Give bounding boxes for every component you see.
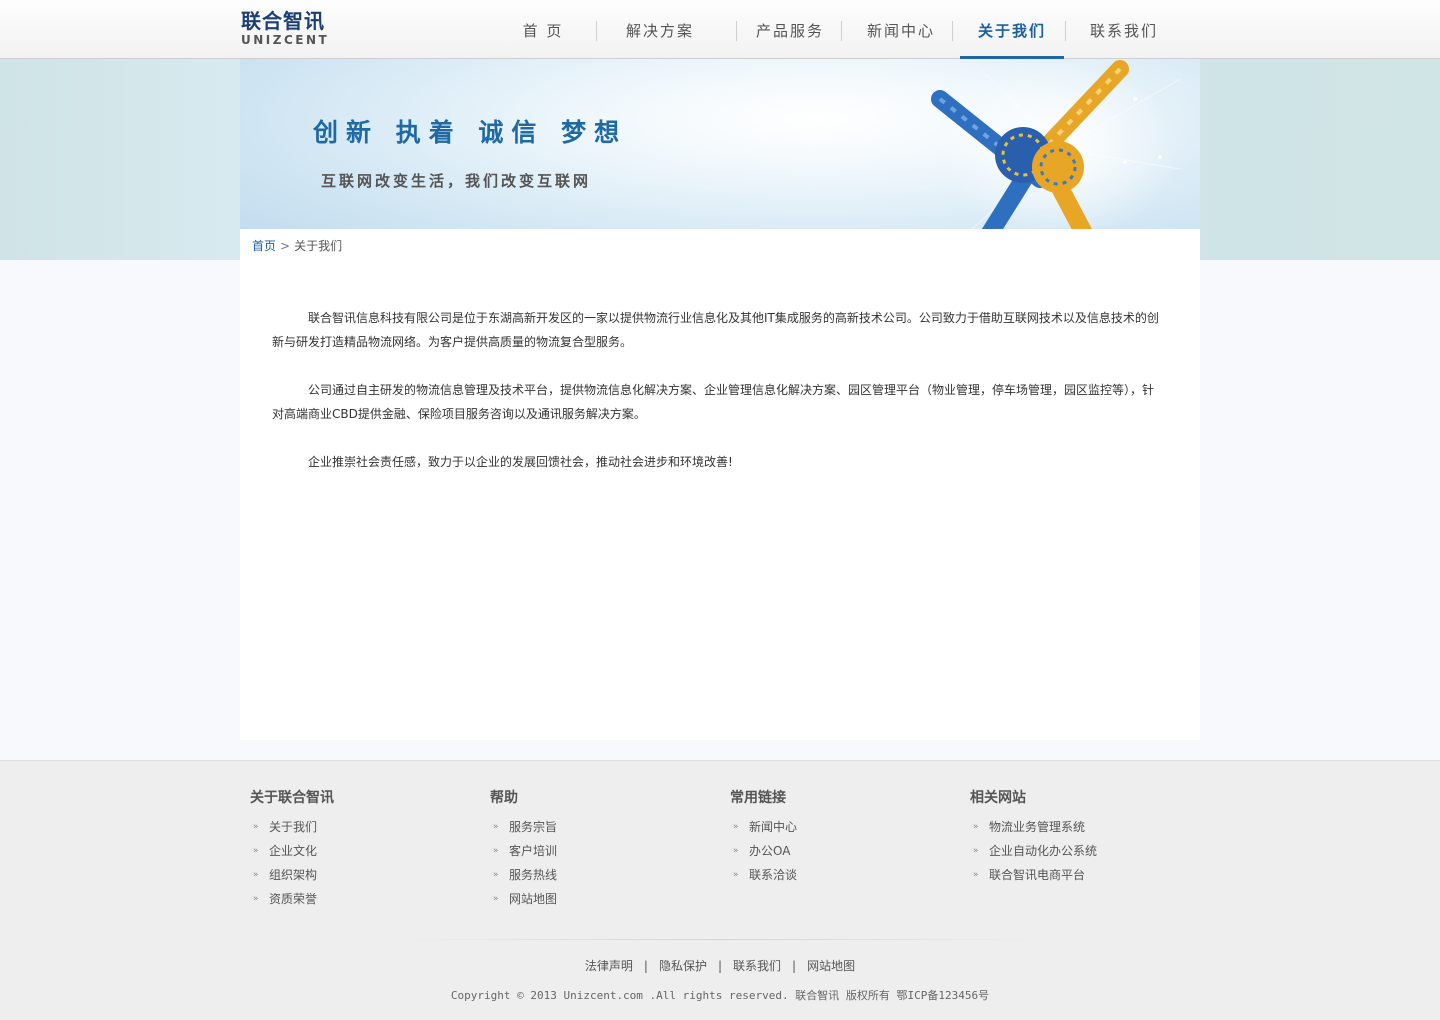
sitemap-link[interactable]: 网站地图 (807, 959, 855, 973)
footer-column-links: 常用链接 » 新闻中心 » 办公OA » 联系洽谈 (730, 787, 950, 887)
double-arrow-icon: » (493, 894, 499, 904)
footer-link[interactable]: 组织架构 (269, 868, 317, 882)
double-arrow-icon: » (493, 870, 499, 880)
article-paragraph: 联合智讯信息科技有限公司是位于东湖高新开发区的一家以提供物流行业信息化及其他IT… (272, 311, 1159, 349)
double-arrow-icon: » (253, 822, 259, 832)
logo-en: UNIZCENT (241, 33, 330, 47)
link-separator: | (717, 959, 723, 973)
link-separator: | (792, 959, 797, 973)
site-header: 联合智讯 UNIZCENT 首 页 解决方案 产品服务 新闻中心 关于我们 联系… (0, 0, 1440, 59)
nav-divider (841, 21, 842, 41)
double-arrow-icon: » (733, 822, 739, 832)
footer-link[interactable]: 服务热线 (509, 868, 557, 882)
footer-link[interactable]: 关于我们 (269, 820, 317, 834)
footer-link[interactable]: 办公OA (749, 844, 790, 858)
article-body: 联合智讯信息科技有限公司是位于东湖高新开发区的一家以提供物流行业信息化及其他IT… (272, 306, 1162, 498)
double-arrow-icon: » (973, 870, 979, 880)
nav-about[interactable]: 关于我们 (960, 0, 1064, 59)
footer-link-item[interactable]: » 联合智讯电商平台 (970, 863, 1190, 887)
footer-link-item[interactable]: » 物流业务管理系统 (970, 815, 1190, 839)
nav-news[interactable]: 新闻中心 (855, 0, 947, 59)
logo[interactable]: 联合智讯 UNIZCENT (241, 9, 361, 49)
double-arrow-icon: » (973, 846, 979, 856)
footer-column-about: 关于联合智讯 » 关于我们 » 企业文化 » 组织架构 » 资质荣誉 (250, 787, 470, 911)
double-arrow-icon: » (253, 870, 259, 880)
breadcrumb-current: 关于我们 (294, 239, 343, 253)
nav-divider (952, 21, 953, 41)
footer-link[interactable]: 资质荣誉 (269, 892, 317, 906)
double-arrow-icon: » (253, 846, 259, 856)
nav-contact[interactable]: 联系我们 (1078, 0, 1170, 59)
footer-link-item[interactable]: » 关于我们 (250, 815, 470, 839)
footer-bottom-links: 法律声明 | 隐私保护 | 联系我们 | 网站地图 (0, 957, 1440, 974)
footer-link-item[interactable]: » 组织架构 (250, 863, 470, 887)
nav-home[interactable]: 首 页 (505, 0, 581, 59)
nav-solutions[interactable]: 解决方案 (614, 0, 706, 59)
double-arrow-icon: » (733, 846, 739, 856)
footer-link[interactable]: 新闻中心 (749, 820, 797, 834)
nav-divider (736, 21, 737, 41)
footer-link[interactable]: 联系洽谈 (749, 868, 797, 882)
footer-column-help: 帮助 » 服务宗旨 » 客户培训 » 服务热线 » 网站地图 (490, 787, 710, 911)
copyright-text: Copyright © 2013 Unizcent.com .All right… (450, 989, 990, 1002)
footer-link-item[interactable]: » 服务宗旨 (490, 815, 710, 839)
double-arrow-icon: » (253, 894, 259, 904)
banner-subtitle: 互联网改变生活，我们改变互联网 (321, 172, 592, 190)
footer-link-item[interactable]: » 新闻中心 (730, 815, 950, 839)
privacy-link[interactable]: 隐私保护 (659, 959, 707, 973)
footer-link[interactable]: 联合智讯电商平台 (989, 868, 1085, 882)
footer-link-item[interactable]: » 联系洽谈 (730, 863, 950, 887)
article-paragraph: 企业推崇社会责任感，致力于以企业的发展回馈社会，推动社会进步和环境改善! (308, 455, 733, 469)
footer-link[interactable]: 客户培训 (509, 844, 557, 858)
footer-link-item[interactable]: » 服务热线 (490, 863, 710, 887)
main-content: 首页 > 关于我们 联合智讯信息科技有限公司是位于东湖高新开发区的一家以提供物流行业… (240, 229, 1200, 740)
footer-column-title: 常用链接 (730, 790, 786, 806)
link-separator: | (643, 959, 648, 973)
footer-column-title: 相关网站 (970, 790, 1026, 806)
chevron-right-icon: > (280, 239, 291, 253)
footer-link-item[interactable]: » 网站地图 (490, 887, 710, 911)
article-paragraph: 公司通过自主研发的物流信息管理及技术平台，提供物流信息化解决方案、企业管理信息化… (272, 383, 1155, 421)
footer-link[interactable]: 企业自动化办公系统 (989, 844, 1097, 858)
legal-link[interactable]: 法律声明 (585, 959, 633, 973)
footer-link-item[interactable]: » 企业文化 (250, 839, 470, 863)
breadcrumb-home[interactable]: 首页 (252, 239, 276, 253)
nav-products[interactable]: 产品服务 (745, 0, 835, 59)
double-arrow-icon: » (973, 822, 979, 832)
contact-link[interactable]: 联系我们 (733, 959, 781, 973)
footer-link-item[interactable]: » 办公OA (730, 839, 950, 863)
footer-column-title: 帮助 (490, 790, 518, 806)
breadcrumb: 首页 > 关于我们 (252, 237, 342, 254)
footer-divider (400, 939, 1040, 940)
footer-link[interactable]: 物流业务管理系统 (989, 820, 1085, 834)
footer-link[interactable]: 服务宗旨 (509, 820, 557, 834)
double-arrow-icon: » (493, 822, 499, 832)
logo-cn: 联合智讯 (241, 9, 325, 33)
footer-link-item[interactable]: » 企业自动化办公系统 (970, 839, 1190, 863)
footer-column-sites: 相关网站 » 物流业务管理系统 » 企业自动化办公系统 » 联合智讯电商平台 (970, 787, 1190, 887)
banner-slogan: 创新 执着 诚信 梦想 (313, 118, 628, 147)
double-arrow-icon: » (733, 870, 739, 880)
nav-divider (596, 21, 597, 41)
footer-link[interactable]: 企业文化 (269, 844, 317, 858)
nav-divider (1065, 21, 1066, 41)
double-arrow-icon: » (493, 846, 499, 856)
footer-link[interactable]: 网站地图 (509, 892, 557, 906)
footer-link-item[interactable]: » 客户培训 (490, 839, 710, 863)
site-footer: 关于联合智讯 » 关于我们 » 企业文化 » 组织架构 » 资质荣誉 帮助 » 服务宗旨 … (0, 760, 1440, 1020)
footer-column-title: 关于联合智讯 (250, 790, 334, 806)
footer-link-item[interactable]: » 资质荣誉 (250, 887, 470, 911)
